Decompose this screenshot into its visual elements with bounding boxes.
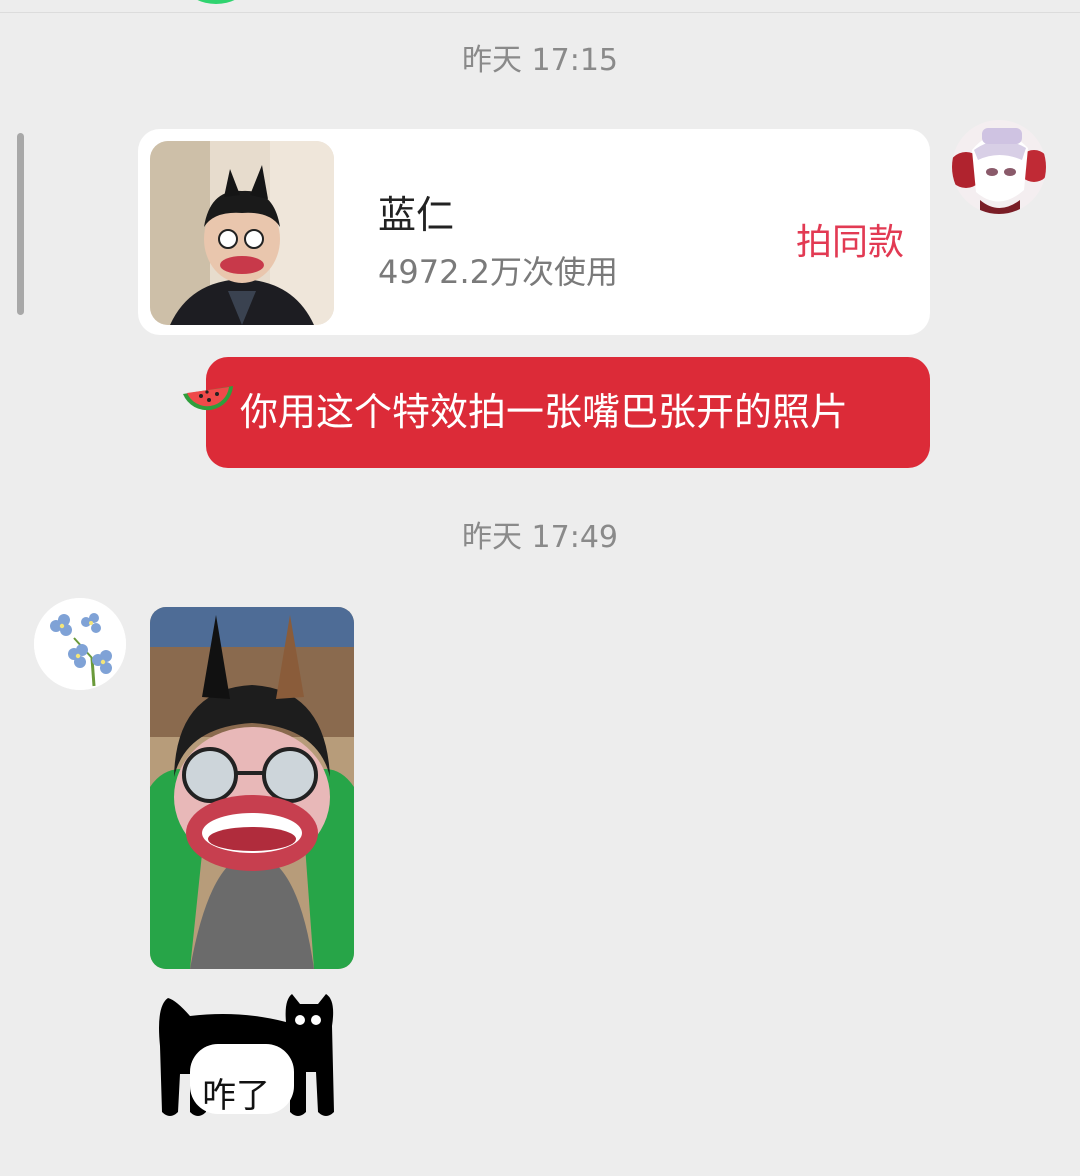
watermelon-icon bbox=[179, 356, 237, 414]
message-bubble[interactable]: 你用这个特效拍一张嘴巴张开的照片 bbox=[206, 357, 930, 468]
cat-sticker[interactable]: 咋了 bbox=[150, 986, 340, 1126]
sticker-text: 咋了 bbox=[202, 1076, 270, 1116]
effect-usage-count: 4972.2万次使用 bbox=[378, 253, 618, 291]
header-divider bbox=[0, 0, 1080, 13]
message-text: 你用这个特效拍一张嘴巴张开的照片 bbox=[240, 390, 849, 434]
shoot-same-button[interactable]: 拍同款 bbox=[796, 213, 904, 265]
scrollbar[interactable] bbox=[17, 133, 24, 315]
contact-avatar[interactable] bbox=[34, 598, 126, 690]
received-photo[interactable] bbox=[150, 607, 354, 969]
timestamp-1: 昨天 17:15 bbox=[462, 43, 618, 78]
effect-title: 蓝仁 bbox=[378, 193, 455, 237]
effect-share-card[interactable]: 蓝仁 4972.2万次使用 拍同款 bbox=[138, 129, 930, 335]
effect-thumbnail bbox=[150, 141, 334, 325]
self-avatar[interactable] bbox=[952, 120, 1046, 214]
timestamp-2: 昨天 17:49 bbox=[462, 520, 618, 555]
